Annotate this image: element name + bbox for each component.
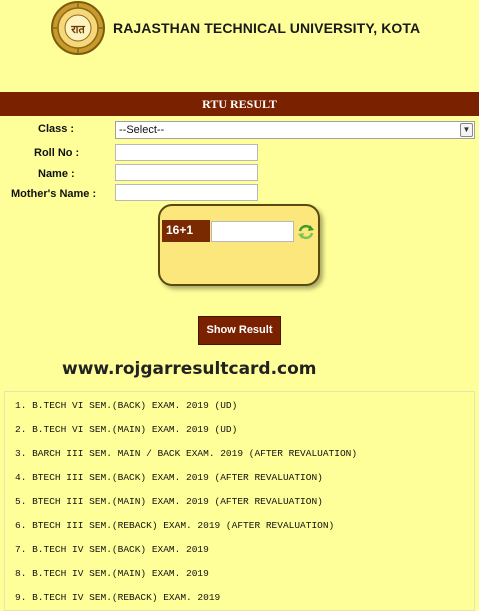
class-select-value: --Select-- <box>119 124 165 136</box>
result-link[interactable]: 6. BTECH III SEM.(REBACK) EXAM. 2019 (AF… <box>15 520 334 531</box>
page-title-banner: RTU RESULT <box>0 92 479 116</box>
refresh-icon[interactable] <box>296 222 316 242</box>
class-label: Class : <box>38 123 75 135</box>
rollno-label: Roll No : <box>34 147 80 159</box>
result-link[interactable]: 7. B.TECH IV SEM.(BACK) EXAM. 2019 <box>15 544 209 555</box>
class-select[interactable]: --Select-- ▼ <box>115 121 475 139</box>
result-link[interactable]: 8. B.TECH IV SEM.(MAIN) EXAM. 2019 <box>15 568 209 579</box>
result-link[interactable]: 1. B.TECH VI SEM.(BACK) EXAM. 2019 (UD) <box>15 400 237 411</box>
result-link[interactable]: 4. BTECH III SEM.(BACK) EXAM. 2019 (AFTE… <box>15 472 323 483</box>
result-link[interactable]: 5. BTECH III SEM.(MAIN) EXAM. 2019 (AFTE… <box>15 496 323 507</box>
university-seal-icon: रात <box>51 1 105 55</box>
rollno-input[interactable] <box>115 144 258 161</box>
university-title: RAJASTHAN TECHNICAL UNIVERSITY, KOTA <box>113 20 421 36</box>
name-input[interactable] <box>115 164 258 181</box>
mother-name-label: Mother's Name : <box>11 188 97 200</box>
result-link[interactable]: 3. BARCH III SEM. MAIN / BACK EXAM. 2019… <box>15 448 357 459</box>
name-label: Name : <box>38 168 75 180</box>
show-result-button[interactable]: Show Result <box>198 316 281 345</box>
captcha-input[interactable] <box>211 221 294 242</box>
result-link[interactable]: 2. B.TECH VI SEM.(MAIN) EXAM. 2019 (UD) <box>15 424 237 435</box>
result-link[interactable]: 9. B.TECH IV SEM.(REBACK) EXAM. 2019 <box>15 592 220 603</box>
captcha-code: 16+1 <box>162 220 210 242</box>
mother-name-input[interactable] <box>115 184 258 201</box>
watermark-text: www.rojgarresultcard.com <box>62 359 317 379</box>
page-header: रात RAJASTHAN TECHNICAL UNIVERSITY, KOTA <box>0 0 479 60</box>
captcha-panel <box>158 204 320 286</box>
chevron-down-icon[interactable]: ▼ <box>460 123 473 137</box>
svg-text:रात: रात <box>70 23 85 36</box>
results-list: 1. B.TECH VI SEM.(BACK) EXAM. 2019 (UD) … <box>4 391 475 611</box>
